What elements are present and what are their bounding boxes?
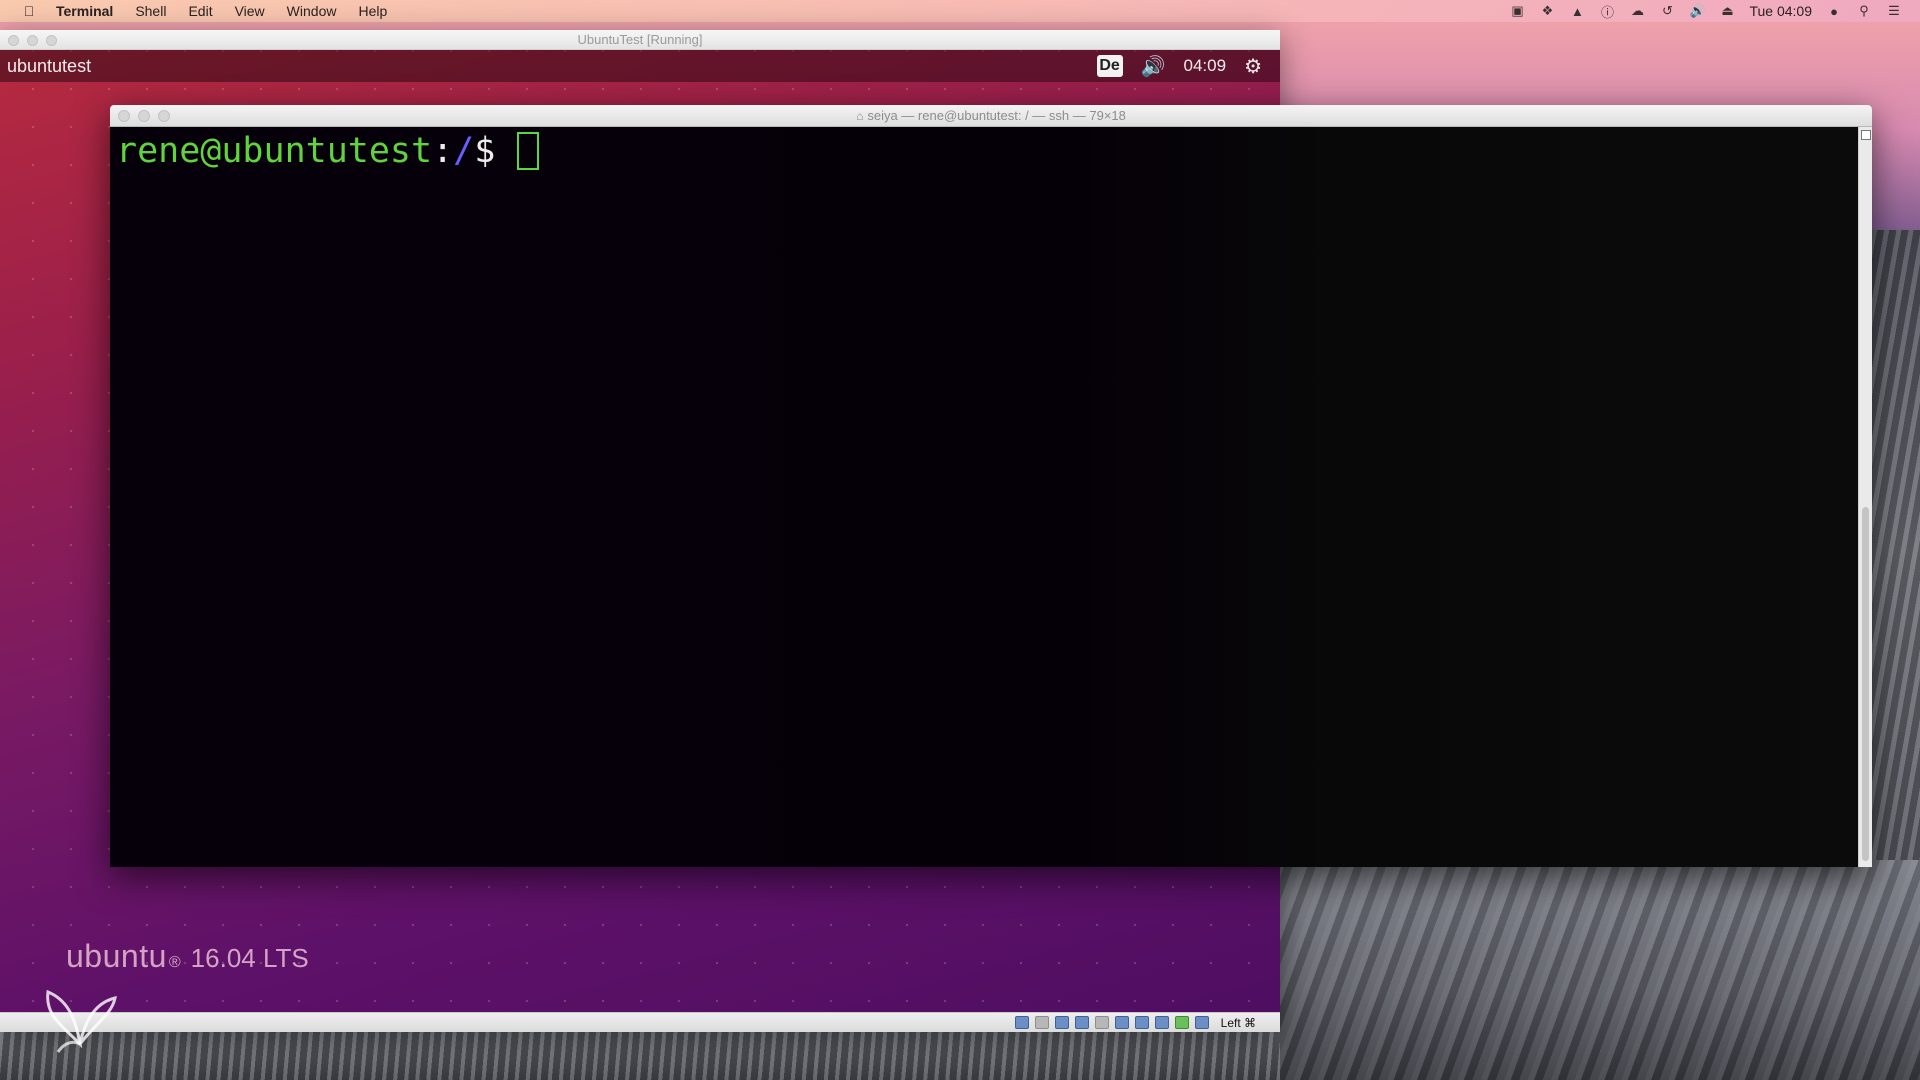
optical-icon[interactable] (1034, 1016, 1049, 1029)
shared-folders-icon[interactable] (1114, 1016, 1129, 1029)
ubuntu-registered-mark: ® (168, 954, 181, 971)
terminal-window: ⌂ seiya — rene@ubuntutest: / — ssh — 79×1… (110, 105, 1872, 867)
desktop-rock-bottom (0, 1030, 1280, 1080)
terminal-content[interactable]: rene@ubuntutest: / $ (110, 127, 1858, 867)
vbox-minimize-button[interactable] (27, 35, 38, 46)
volume-icon[interactable]: 🔊 (1689, 3, 1705, 19)
terminal-title: ⌂ seiya — rene@ubuntutest: / — ssh — 79×1… (110, 105, 1872, 127)
scrollbar-top-button[interactable] (1860, 130, 1871, 140)
terminal-title-text: seiya — rene@ubuntutest: / — ssh — 79×18 (867, 108, 1126, 123)
mac-menubar:  Terminal Shell Edit View Window Help ▣… (0, 0, 1920, 22)
spotlight-icon[interactable]: ⚲ (1856, 3, 1872, 19)
audio-icon[interactable] (1054, 1016, 1069, 1029)
terminal-close-button[interactable] (118, 110, 130, 122)
gear-icon[interactable]: ⚙ (1244, 54, 1262, 79)
menu-window[interactable]: Window (287, 3, 337, 19)
prompt-symbol: $ (474, 131, 496, 171)
ubuntu-host-name: ubuntutest (7, 55, 92, 76)
mouse-integration-icon[interactable] (1174, 1016, 1189, 1029)
menubar-status-area: ▣ ❖ ▲ ⓘ ☁ ↺ 🔊 ⏏ Tue 04:09 ● ⚲ ☰ (1509, 2, 1920, 21)
video-capture-icon[interactable] (1154, 1016, 1169, 1029)
menu-shell[interactable]: Shell (135, 3, 166, 19)
hdd-icon[interactable] (1014, 1016, 1029, 1029)
cloud-icon[interactable]: ☁ (1629, 3, 1645, 19)
host-key-icon[interactable] (1194, 1016, 1209, 1029)
sound-icon[interactable]: 🔊 (1141, 54, 1166, 79)
ubuntu-top-panel: ubuntutest De 🔊 04:09 ⚙ (0, 50, 1280, 82)
ubuntu-brand-logo: ubuntu ® 16.04 LTS (66, 938, 309, 975)
butterfly-logo-icon (46, 989, 117, 1053)
terminal-scrollbar[interactable] (1858, 127, 1872, 867)
scrollbar-thumb[interactable] (1862, 507, 1869, 861)
menubar-clock[interactable]: Tue 04:09 (1749, 3, 1812, 19)
dropbox-icon[interactable]: ❖ (1539, 3, 1555, 19)
host-key-label: Left ⌘ (1220, 1015, 1256, 1030)
menu-help[interactable]: Help (358, 3, 387, 19)
prompt-path: / (453, 131, 475, 171)
vbox-statusbar: Left ⌘ (0, 1012, 1280, 1032)
menu-app-terminal[interactable]: Terminal (56, 3, 113, 19)
prompt-user-host: rene@ubuntutest (116, 131, 433, 171)
notification-center-icon[interactable]: ☰ (1886, 3, 1902, 19)
terminal-minimize-button[interactable] (138, 110, 150, 122)
home-icon: ⌂ (856, 109, 864, 123)
apple-menu-icon[interactable]:  (18, 3, 40, 19)
info-icon[interactable]: ⓘ (1599, 2, 1615, 21)
prompt-colon: : (432, 131, 454, 171)
keyboard-layout-indicator[interactable]: De (1096, 55, 1123, 77)
desktop-rock-right (1872, 230, 1920, 870)
vbox-close-button[interactable] (8, 35, 19, 46)
vbox-zoom-button[interactable] (46, 35, 57, 46)
vbox-window-title: UbuntuTest [Running] (577, 32, 703, 47)
ubuntu-clock[interactable]: 04:09 (1184, 56, 1227, 76)
terminal-zoom-button[interactable] (158, 110, 170, 122)
time-machine-icon[interactable]: ↺ (1659, 3, 1675, 19)
desktop-rock (1280, 860, 1920, 1080)
ubuntu-wordmark: ubuntu (66, 938, 167, 974)
screen-record-icon[interactable]: ▣ (1509, 3, 1525, 19)
ubuntu-version: 16.04 LTS (190, 943, 309, 973)
shell-prompt: rene@ubuntutest: / $ (116, 131, 540, 171)
drive-icon[interactable]: ▲ (1569, 4, 1585, 19)
terminal-titlebar[interactable]: ⌂ seiya — rene@ubuntutest: / — ssh — 79×1… (110, 105, 1872, 127)
menu-view[interactable]: View (235, 3, 265, 19)
display-icon[interactable] (1134, 1016, 1149, 1029)
eject-icon[interactable]: ⏏ (1719, 3, 1735, 19)
menu-edit[interactable]: Edit (188, 3, 212, 19)
text-cursor (517, 132, 540, 170)
vbox-titlebar[interactable]: UbuntuTest [Running] (0, 30, 1280, 50)
user-icon[interactable]: ● (1826, 4, 1842, 19)
usb-icon[interactable] (1094, 1016, 1109, 1029)
network-icon[interactable] (1074, 1016, 1089, 1029)
